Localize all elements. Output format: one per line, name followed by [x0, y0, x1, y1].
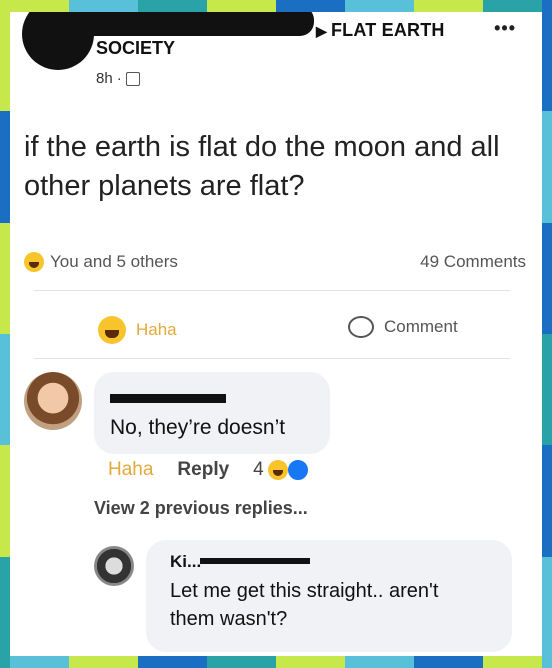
post-text: if the earth is flat do the moon and all…: [24, 131, 500, 202]
comment-button[interactable]: Comment: [348, 316, 458, 338]
haha-emoji-icon: [267, 460, 288, 480]
view-previous-replies[interactable]: View 2 previous replies...: [94, 498, 308, 519]
group-title-continued[interactable]: SOCIETY: [96, 38, 175, 59]
haha-emoji-icon: [24, 252, 44, 272]
reply-author[interactable]: Ki...: [170, 552, 201, 572]
like-icon: [285, 458, 310, 482]
reaction-summary[interactable]: You and 5 others: [24, 252, 178, 272]
comment-haha-link[interactable]: Haha: [108, 459, 153, 481]
post-card: ▶ FLAT EARTH ••• SOCIETY 8h · if the eart…: [14, 12, 530, 654]
reaction-count-number: 4: [253, 459, 264, 480]
reply-text-line2: them wasn't?: [170, 608, 288, 630]
avatar[interactable]: [94, 546, 134, 586]
comments-count[interactable]: 49 Comments: [420, 252, 526, 272]
comment-actions: Haha Reply 4: [108, 458, 310, 482]
divider: [34, 290, 510, 291]
haha-button[interactable]: Haha: [98, 316, 177, 344]
haha-label: Haha: [136, 320, 177, 339]
reply-text-line1: Let me get this straight.. aren't: [170, 580, 439, 602]
comment-text: No, they’re doesn’t: [110, 416, 286, 439]
comment-bubble-icon: [348, 316, 374, 338]
redacted-commenter-name: [110, 394, 226, 403]
reply-bubble: Ki... Let me get this straight.. aren't …: [146, 540, 512, 652]
reaction-summary-text: You and 5 others: [50, 252, 178, 271]
comment-reaction-count[interactable]: 4: [253, 458, 310, 482]
redacted-author-name: [200, 558, 310, 564]
post-meta: 8h ·: [96, 70, 140, 87]
comment-label: Comment: [384, 317, 458, 336]
post-time[interactable]: 8h: [96, 70, 113, 87]
group-title[interactable]: ▶ FLAT EARTH: [316, 20, 445, 41]
more-options-icon[interactable]: •••: [494, 18, 516, 39]
arrow-right-icon: ▶: [316, 23, 327, 39]
haha-emoji-icon: [98, 316, 126, 344]
redacted-name: [74, 12, 314, 36]
comment-bubble: No, they’re doesn’t: [94, 372, 330, 454]
avatar[interactable]: [24, 372, 82, 430]
divider: [34, 358, 510, 359]
comment-reply-link[interactable]: Reply: [177, 459, 229, 481]
group-icon: [125, 71, 140, 86]
